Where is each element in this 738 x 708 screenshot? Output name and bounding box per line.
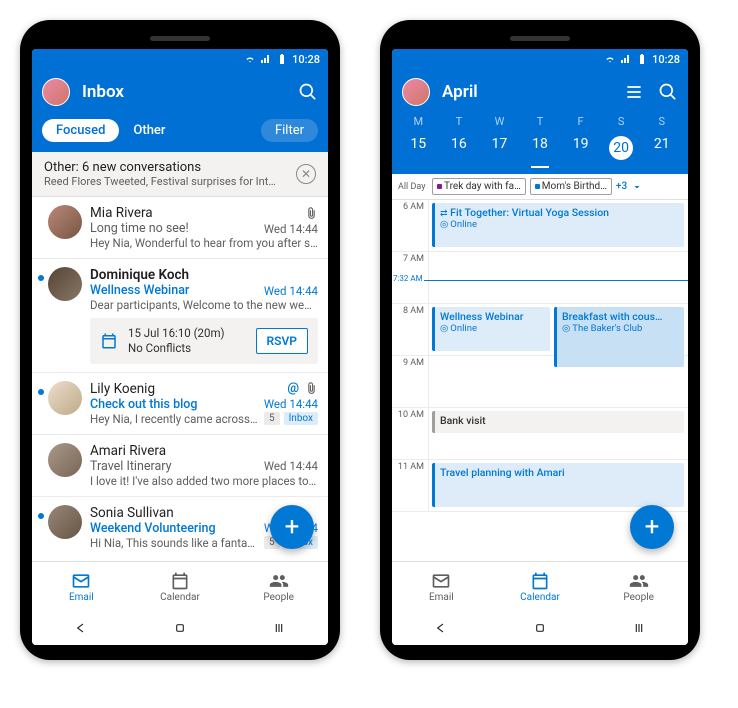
home-icon[interactable] — [532, 620, 548, 636]
calendar-icon — [530, 571, 550, 591]
calendar-event[interactable]: ⇄ Fit Together: Virtual Yoga Session ◎ O… — [432, 203, 684, 247]
allday-more[interactable]: +3 — [616, 181, 627, 192]
date-cell[interactable]: 17 — [479, 132, 520, 164]
android-nav-bar — [32, 611, 328, 645]
date-cell[interactable]: 19 — [560, 132, 601, 164]
mention-icon: @ — [287, 381, 299, 396]
people-icon — [269, 571, 289, 591]
calendar-event[interactable]: Wellness Webinar ◎ Online — [432, 307, 550, 351]
profile-avatar[interactable] — [402, 78, 430, 106]
sender-avatar — [48, 205, 82, 239]
calendar-event[interactable]: Travel planning with Amari — [432, 463, 684, 507]
back-icon[interactable] — [433, 620, 449, 636]
status-time: 10:28 — [652, 53, 680, 66]
search-icon[interactable] — [298, 82, 318, 102]
nav-email[interactable]: Email — [32, 562, 131, 611]
home-icon[interactable] — [172, 620, 188, 636]
attachment-icon — [305, 382, 318, 395]
email-icon — [431, 571, 451, 591]
date-cell[interactable]: 21 — [641, 132, 682, 164]
page-title: April — [442, 82, 610, 102]
calendar-event[interactable]: Bank visit — [432, 411, 684, 433]
tab-focused[interactable]: Focused — [42, 119, 119, 142]
search-icon[interactable] — [658, 82, 678, 102]
allday-row: All Day Trek day with fa… Mom's Birthd… … — [392, 174, 688, 200]
back-icon[interactable] — [73, 620, 89, 636]
sender-avatar — [48, 381, 82, 415]
email-item[interactable]: Dominique Koch Wellness Webinar Wed 14:4… — [32, 259, 328, 373]
tab-other[interactable]: Other — [119, 119, 179, 142]
status-bar: 10:28 — [32, 49, 328, 69]
page-title: Inbox — [82, 82, 284, 102]
other-banner[interactable]: Other: 6 new conversations Reed Flores T… — [32, 152, 328, 197]
allday-event-chip[interactable]: Trek day with fa… — [432, 178, 526, 195]
signal-icon — [620, 53, 632, 65]
unread-indicator — [38, 275, 44, 281]
agenda-view-icon[interactable] — [624, 82, 644, 102]
attachment-icon — [305, 207, 318, 220]
nav-email[interactable]: Email — [392, 562, 491, 611]
compose-fab[interactable]: + — [270, 505, 314, 549]
rsvp-button[interactable]: RSVP — [256, 328, 308, 354]
sender-avatar — [48, 267, 82, 301]
battery-icon — [636, 53, 648, 65]
profile-avatar[interactable] — [42, 78, 70, 106]
status-time: 10:28 — [292, 53, 320, 66]
unread-indicator — [38, 389, 44, 395]
phone-calendar: 10:28 April M T W T F S S 15 16 17 — [380, 20, 700, 660]
calendar-event[interactable]: Breakfast with cous… ◎ The Baker's Club — [554, 307, 684, 367]
signal-icon — [260, 53, 272, 65]
allday-event-chip[interactable]: Mom's Birthd… — [530, 178, 612, 195]
weekday-row: M T W T F S S — [392, 115, 688, 128]
sender-avatar — [48, 443, 82, 477]
dismiss-banner-icon[interactable]: ✕ — [296, 164, 316, 184]
folder-badge: Inbox — [284, 412, 318, 425]
filter-button[interactable]: Filter — [261, 119, 318, 142]
date-cell-selected[interactable]: 20 — [601, 132, 642, 164]
nav-people[interactable]: People — [589, 562, 688, 611]
calendar-icon — [100, 332, 118, 350]
date-cell[interactable]: 16 — [439, 132, 480, 164]
now-indicator: 7:32 AM — [392, 274, 424, 283]
email-item[interactable]: Amari Rivera Travel Itinerary Wed 14:44 … — [32, 435, 328, 497]
email-item[interactable]: Lily Koenig @ Check out this blog Wed 14… — [32, 373, 328, 435]
wifi-icon — [244, 53, 256, 65]
email-icon — [71, 571, 91, 591]
date-row: 15 16 17 18 19 20 21 — [392, 128, 688, 174]
people-icon — [629, 571, 649, 591]
email-item[interactable]: Mia Rivera Long time no see! Wed 14:44 H… — [32, 197, 328, 259]
status-bar: 10:28 — [392, 49, 688, 69]
nav-calendar[interactable]: Calendar — [131, 562, 230, 611]
battery-icon — [276, 53, 288, 65]
recent-icon[interactable] — [631, 620, 647, 636]
nav-calendar[interactable]: Calendar — [491, 562, 590, 611]
rsvp-card: 15 Jul 16:10 (20m) No Conflicts RSVP — [90, 318, 318, 364]
unread-indicator — [38, 513, 44, 519]
phone-inbox: 10:28 Inbox Focused Other Filter Other: … — [20, 20, 340, 660]
calendar-icon — [170, 571, 190, 591]
recent-icon[interactable] — [271, 620, 287, 636]
date-cell[interactable]: 15 — [398, 132, 439, 164]
date-cell[interactable]: 18 — [520, 132, 561, 164]
new-event-fab[interactable]: + — [630, 505, 674, 549]
android-nav-bar — [392, 611, 688, 645]
nav-people[interactable]: People — [229, 562, 328, 611]
wifi-icon — [604, 53, 616, 65]
chevron-down-icon[interactable] — [631, 181, 643, 193]
sender-avatar — [48, 505, 82, 539]
count-badge: 5 — [264, 412, 280, 425]
